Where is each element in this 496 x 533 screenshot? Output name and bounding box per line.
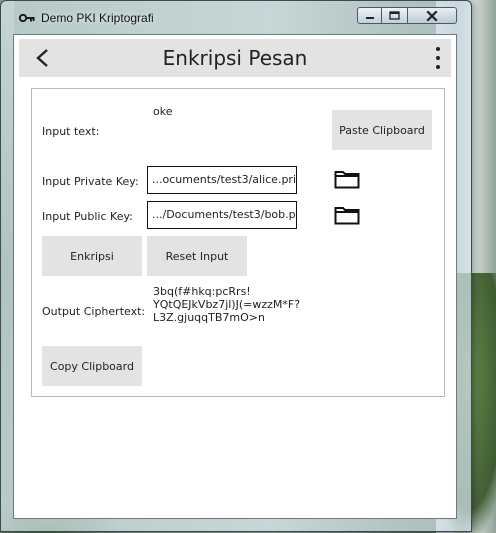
form-panel: oke Input text: Paste Clipboard Input Pr… bbox=[31, 88, 445, 397]
app-bar: Enkripsi Pesan bbox=[19, 39, 451, 77]
private-key-label: Input Private Key: bbox=[42, 175, 139, 188]
cipher-line: L3Z.gjuqqTB7mO>n bbox=[153, 311, 265, 324]
encrypt-button[interactable]: Enkripsi bbox=[42, 236, 142, 276]
output-ciphertext-value[interactable]: 3bq(f#hkq:pcRrs! YQtQEJkVbz7jl)J(=wzzM*F?… bbox=[153, 285, 300, 324]
public-key-field[interactable]: .../Documents/test3/bob.pub bbox=[147, 201, 297, 229]
public-key-label: Input Public Key: bbox=[42, 210, 133, 223]
minimize-button[interactable] bbox=[357, 7, 382, 24]
output-ciphertext-label: Output Ciphertext: bbox=[42, 305, 146, 318]
app-window: Demo PKI Kriptografi Enkripsi Pesan oke … bbox=[0, 0, 472, 532]
input-text-label: Input text: bbox=[42, 125, 100, 138]
app-content: Enkripsi Pesan oke Input text: Paste Cli… bbox=[13, 34, 457, 519]
maximize-button[interactable] bbox=[382, 7, 408, 24]
title-bar[interactable]: Demo PKI Kriptografi bbox=[1, 1, 471, 31]
more-vertical-icon[interactable] bbox=[433, 47, 443, 69]
private-key-folder-icon[interactable] bbox=[334, 169, 360, 189]
minimize-icon bbox=[365, 16, 374, 19]
close-button[interactable] bbox=[408, 7, 457, 24]
page-title: Enkripsi Pesan bbox=[162, 46, 308, 70]
copy-clipboard-button[interactable]: Copy Clipboard bbox=[42, 346, 142, 386]
maximize-icon bbox=[389, 11, 400, 20]
window-title: Demo PKI Kriptografi bbox=[41, 11, 154, 25]
paste-clipboard-button[interactable]: Paste Clipboard bbox=[332, 110, 432, 150]
reset-input-button[interactable]: Reset Input bbox=[147, 236, 247, 276]
input-text-value[interactable]: oke bbox=[153, 105, 172, 118]
private-key-field[interactable]: ...ocuments/test3/alice.priv bbox=[147, 166, 297, 194]
cipher-line: 3bq(f#hkq:pcRrs! bbox=[153, 285, 251, 298]
close-icon bbox=[426, 10, 438, 21]
public-key-folder-icon[interactable] bbox=[334, 205, 360, 225]
cipher-line: YQtQEJkVbz7jl)J(=wzzM*F? bbox=[153, 298, 301, 311]
key-icon bbox=[19, 13, 35, 23]
